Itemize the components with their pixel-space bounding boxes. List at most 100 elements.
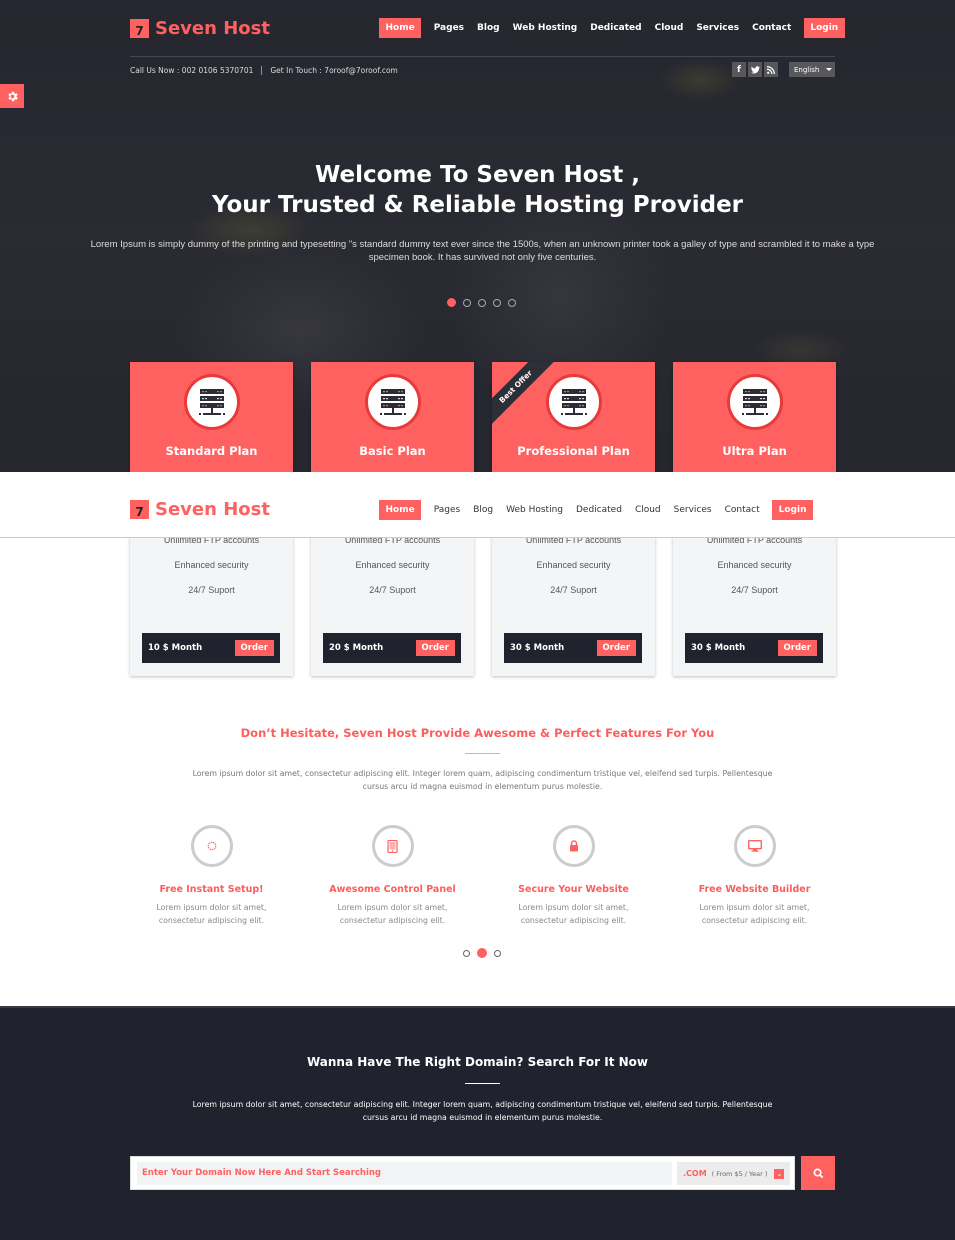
plan-feature: Enhanced security [536, 560, 611, 570]
search-icon [813, 1168, 823, 1178]
feature-title: Awesome Control Panel [329, 884, 456, 895]
nav-home[interactable]: Home [379, 500, 422, 520]
nav-dedicated[interactable]: Dedicated [584, 18, 648, 38]
phone-text: Call Us Now : 002 0106 5370701 [130, 66, 254, 75]
logo-mark: 7 [130, 500, 149, 519]
slider-dot[interactable] [477, 948, 487, 958]
nav-contact[interactable]: Contact [718, 500, 766, 520]
plan-header: Ultra Plan [673, 362, 836, 472]
hero-title: Welcome To Seven Host , Your Trusted & R… [0, 160, 955, 220]
features-text: Lorem ipsum dolor sit amet, consectetur … [192, 769, 773, 791]
feature-item: Awesome Control Panel Lorem ipsum dolor … [311, 825, 474, 927]
main-nav: Home Pages Blog Web Hosting Dedicated Cl… [379, 18, 845, 38]
separator [261, 66, 263, 75]
slider-dot[interactable] [447, 298, 456, 307]
nav-dedicated[interactable]: Dedicated [570, 500, 629, 520]
logo-mark: 7 [130, 19, 149, 38]
slider-dot[interactable] [463, 298, 471, 307]
tld-value: .COM [683, 1169, 707, 1178]
plan-header: Best Offer Professional Plan [492, 362, 655, 472]
chevron-down-icon [826, 68, 833, 71]
nav-pages[interactable]: Pages [427, 18, 470, 38]
logo-text: Seven Host [155, 499, 270, 520]
plan-price-bar: 30 $ Month Order [504, 633, 642, 663]
plan-price-bar: 30 $ Month Order [685, 633, 823, 663]
plan-feature: 24/7 Suport [188, 585, 235, 595]
nav-services[interactable]: Services [667, 500, 718, 520]
tld-select[interactable]: .COM ( From $5 / Year ) ⌄ [677, 1162, 790, 1185]
feature-title: Secure Your Website [518, 884, 629, 895]
facebook-icon[interactable]: f [732, 62, 746, 77]
language-select[interactable]: English [789, 62, 835, 77]
twitter-icon[interactable] [748, 62, 762, 77]
plan-feature: 24/7 Suport [550, 585, 597, 595]
login-button[interactable]: Login [803, 18, 845, 38]
domain-title: Wanna Have The Right Domain? Search For … [306, 1055, 649, 1069]
slider-dot[interactable] [508, 298, 516, 307]
hero-title-line2: Your Trusted & Reliable Hosting Provider [211, 192, 744, 218]
monitor-icon [733, 825, 776, 867]
plan-feature: Enhanced security [174, 560, 249, 570]
plan-feature: Enhanced security [355, 560, 430, 570]
tablet-icon [371, 825, 414, 867]
nav-cloud[interactable]: Cloud [628, 500, 667, 520]
order-button[interactable]: Order [234, 640, 274, 656]
nav-web-hosting[interactable]: Web Hosting [500, 500, 570, 520]
search-button[interactable] [801, 1156, 835, 1190]
rss-icon[interactable] [764, 62, 778, 77]
email-text[interactable]: Get In Touch : 7oroof@7oroof.com [270, 66, 397, 75]
feature-item: Free Instant Setup! Lorem ipsum dolor si… [130, 825, 293, 927]
plan-header: Basic Plan [311, 362, 474, 472]
nav-web-hosting[interactable]: Web Hosting [506, 18, 584, 38]
slider-dot[interactable] [494, 949, 501, 957]
plan-feature: 24/7 Suport [369, 585, 416, 595]
order-button[interactable]: Order [415, 640, 455, 656]
plan-title: Standard Plan [165, 444, 258, 458]
nav-contact[interactable]: Contact [746, 18, 798, 38]
server-icon [184, 374, 240, 430]
server-icon [727, 374, 783, 430]
contact-info: Call Us Now : 002 0106 5370701 Get In To… [130, 66, 398, 75]
slider-dot[interactable] [493, 298, 501, 307]
plan-title: Professional Plan [517, 444, 630, 458]
plan-price-bar: 10 $ Month Order [142, 633, 280, 663]
plan-price: 30 $ Month [691, 643, 746, 653]
plan-title: Basic Plan [359, 444, 426, 458]
nav-blog[interactable]: Blog [467, 500, 500, 520]
lock-icon [552, 825, 595, 867]
feature-text: Lorem ipsum dolor sit amet, consectetur … [156, 903, 267, 925]
logo[interactable]: 7 Seven Host [130, 500, 270, 519]
nav-blog[interactable]: Blog [471, 18, 507, 38]
plan-title: Ultra Plan [722, 444, 787, 458]
order-button[interactable]: Order [777, 640, 817, 656]
nav-cloud[interactable]: Cloud [648, 18, 690, 38]
nav-pages[interactable]: Pages [427, 500, 466, 520]
server-icon [365, 374, 421, 430]
divider [465, 1083, 500, 1084]
plan-price: 20 $ Month [329, 643, 384, 653]
slider-dot[interactable] [463, 949, 470, 957]
feature-item: Secure Your Website Lorem ipsum dolor si… [492, 825, 655, 927]
plan-price: 10 $ Month [148, 643, 203, 653]
logo[interactable]: 7 Seven Host [130, 19, 270, 38]
feature-title: Free Instant Setup! [159, 884, 264, 895]
features-title: Don’t Hesitate, Seven Host Provide Aweso… [240, 726, 715, 740]
tld-price: ( From $5 / Year ) [711, 1169, 768, 1178]
plan-header: Standard Plan [130, 362, 293, 472]
order-button[interactable]: Order [596, 640, 636, 656]
server-icon [546, 374, 602, 430]
login-button[interactable]: Login [772, 500, 813, 520]
feature-text: Lorem ipsum dolor sit amet, consectetur … [518, 903, 629, 925]
domain-search-input[interactable]: Enter Your Domain Now Here And Start Sea… [137, 1162, 672, 1185]
plan-feature: Enhanced security [717, 560, 792, 570]
hero-text: Lorem Ipsum is simply dummy of the print… [90, 239, 875, 263]
domain-text: Lorem ipsum dolor sit amet, consectetur … [192, 1100, 773, 1122]
plan-feature: 24/7 Suport [731, 585, 778, 595]
language-value: English [794, 65, 820, 74]
settings-gear-icon[interactable] [0, 84, 24, 108]
slider-dot[interactable] [478, 298, 486, 307]
gear-icon [190, 825, 233, 867]
feature-text: Lorem ipsum dolor sit amet, consectetur … [337, 903, 448, 925]
nav-home[interactable]: Home [379, 18, 422, 38]
nav-services[interactable]: Services [690, 18, 746, 38]
